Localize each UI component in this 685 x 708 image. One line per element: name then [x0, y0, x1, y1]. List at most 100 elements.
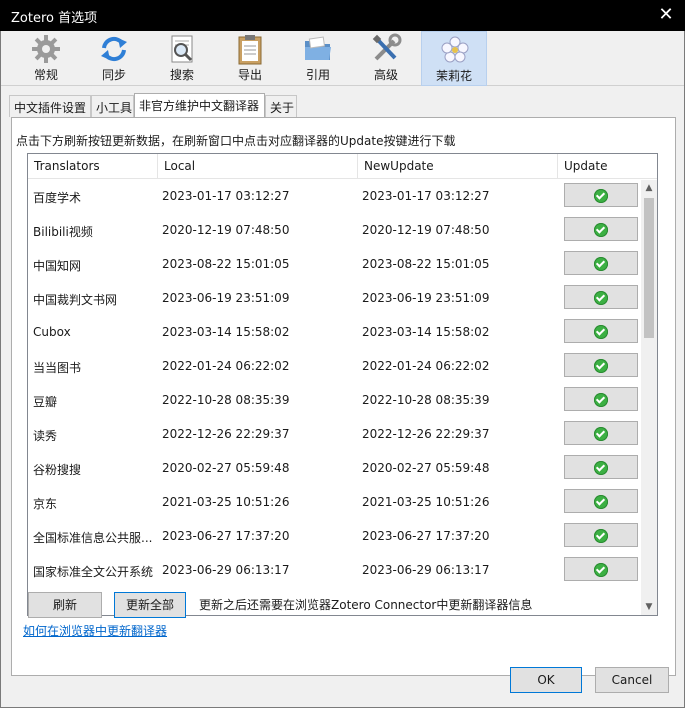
column-header-local[interactable]: Local	[158, 154, 358, 179]
table-row[interactable]: 中国裁判文书网 2023-06-19 23:51:09 2023-06-19 23:…	[28, 282, 640, 316]
toolbar-export[interactable]: 导出	[217, 31, 283, 86]
tab-unofficial-translators[interactable]: 非官方维护中文翻译器	[134, 93, 265, 117]
translator-name: Cubox	[33, 325, 71, 339]
check-icon	[594, 529, 608, 543]
search-icon	[171, 35, 193, 63]
toolbar-jasminum[interactable]: 茉莉花	[421, 31, 487, 86]
check-icon	[594, 461, 608, 475]
check-icon	[594, 359, 608, 373]
local-date: 2022-10-28 08:35:39	[162, 393, 290, 407]
vertical-scrollbar[interactable]: ▲ ▼	[641, 180, 657, 615]
local-date: 2022-12-26 22:29:37	[162, 427, 290, 441]
toolbar-label: 茉莉花	[435, 69, 472, 83]
table-row[interactable]: Bilibili视频 2020-12-19 07:48:50 2020-12-19 …	[28, 214, 640, 248]
new-update-date: 2023-06-29 06:13:17	[362, 563, 490, 577]
toolbar-label: 常规	[33, 68, 58, 82]
update-button[interactable]	[564, 285, 638, 309]
browser-update-help-link[interactable]: 如何在浏览器中更新翻译器	[23, 622, 167, 639]
table-row[interactable]: 谷粉搜搜 2020-02-27 05:59:48 2020-02-27 05:59:…	[28, 452, 640, 486]
table-row[interactable]: 国家标准全文公开系统 2023-06-29 06:13:17 2023-06-29 …	[28, 554, 640, 588]
translator-name: 中国知网	[33, 259, 82, 273]
table-row[interactable]: 豆瓣 2022-10-28 08:35:39 2022-10-28 08:35:39	[28, 384, 640, 418]
new-update-date: 2021-03-25 10:51:26	[362, 495, 490, 509]
new-update-date: 2022-12-26 22:29:37	[362, 427, 490, 441]
table-row[interactable]: 京东 2021-03-25 10:51:26 2021-03-25 10:51:26	[28, 486, 640, 520]
check-icon	[594, 325, 608, 339]
check-icon	[594, 291, 608, 305]
window-title: Zotero 首选项	[11, 11, 98, 26]
update-button[interactable]	[564, 387, 638, 411]
folder-icon	[305, 36, 331, 60]
check-icon	[594, 427, 608, 441]
new-update-date: 2023-03-14 15:58:02	[362, 325, 490, 339]
sync-icon	[101, 36, 127, 62]
local-date: 2021-03-25 10:51:26	[162, 495, 290, 509]
new-update-date: 2020-02-27 05:59:48	[362, 461, 490, 475]
toolbar-label: 引用	[305, 68, 330, 82]
translator-name: 全国标准信息公共服...	[33, 531, 153, 545]
table-row[interactable]: 全国标准信息公共服... 2023-06-27 17:37:20 2023-06-2…	[28, 520, 640, 554]
clipboard-icon	[238, 35, 262, 65]
table-row[interactable]: 中国知网 2023-08-22 15:01:05 2023-08-22 15:01:…	[28, 248, 640, 282]
check-icon	[594, 223, 608, 237]
refresh-button[interactable]: 刷新	[28, 592, 102, 618]
check-icon	[594, 563, 608, 577]
new-update-date: 2022-10-28 08:35:39	[362, 393, 490, 407]
update-button[interactable]	[564, 523, 638, 547]
preferences-toolbar: 常规 同步 搜索 导出 引用 高级 茉莉花	[1, 31, 684, 86]
update-button[interactable]	[564, 489, 638, 513]
table-row[interactable]: 百度学术 2023-01-17 03:12:27 2023-01-17 03:12:…	[28, 180, 640, 214]
local-date: 2020-02-27 05:59:48	[162, 461, 290, 475]
close-icon[interactable]: ✕	[655, 4, 677, 26]
tab-chinese-plugin-settings[interactable]: 中文插件设置	[9, 95, 91, 117]
toolbar-cite[interactable]: 引用	[285, 31, 351, 86]
tab-tools[interactable]: 小工具	[91, 95, 134, 117]
table-row[interactable]: 当当图书 2022-01-24 06:22:02 2022-01-24 06:22:…	[28, 350, 640, 384]
toolbar-general[interactable]: 常规	[13, 31, 79, 86]
toolbar-search[interactable]: 搜索	[149, 31, 215, 86]
toolbar-advanced[interactable]: 高级	[353, 31, 419, 86]
update-button[interactable]	[564, 319, 638, 343]
new-update-date: 2023-06-27 17:37:20	[362, 529, 490, 543]
preferences-window: 常规 同步 搜索 导出 引用 高级 茉莉花 中文插件设置 小工具 非官方维护中文…	[0, 31, 685, 708]
check-icon	[594, 257, 608, 271]
toolbar-sync[interactable]: 同步	[81, 31, 147, 86]
update-button[interactable]	[564, 421, 638, 445]
flower-icon	[441, 36, 469, 63]
scroll-down-icon[interactable]: ▼	[641, 599, 657, 615]
update-button[interactable]	[564, 353, 638, 377]
toolbar-label: 导出	[237, 68, 262, 82]
local-date: 2023-03-14 15:58:02	[162, 325, 290, 339]
scroll-up-icon[interactable]: ▲	[641, 180, 657, 196]
new-update-date: 2022-01-24 06:22:02	[362, 359, 490, 373]
translator-name: 谷粉搜搜	[33, 463, 82, 477]
translator-list: Translators Local NewUpdate Update 百度学术 2…	[27, 153, 658, 616]
translator-name: 百度学术	[33, 191, 82, 205]
column-header-update[interactable]: Update	[558, 154, 657, 179]
translator-name: 读秀	[33, 429, 58, 443]
list-rows: 百度学术 2023-01-17 03:12:27 2023-01-17 03:12:…	[28, 180, 640, 588]
update-button[interactable]	[564, 557, 638, 581]
local-date: 2023-06-27 17:37:20	[162, 529, 290, 543]
local-date: 2023-06-29 06:13:17	[162, 563, 290, 577]
local-date: 2023-08-22 15:01:05	[162, 257, 290, 271]
update-button[interactable]	[564, 455, 638, 479]
new-update-date: 2023-06-19 23:51:09	[362, 291, 490, 305]
update-all-button[interactable]: 更新全部	[114, 592, 186, 618]
update-button[interactable]	[564, 251, 638, 275]
column-header-newupdate[interactable]: NewUpdate	[358, 154, 558, 179]
column-header-translators[interactable]: Translators	[28, 154, 158, 179]
update-button[interactable]	[564, 217, 638, 241]
translator-name: 京东	[33, 497, 58, 511]
local-date: 2023-06-19 23:51:09	[162, 291, 290, 305]
cancel-button[interactable]: Cancel	[595, 667, 669, 693]
ok-button[interactable]: OK	[510, 667, 582, 693]
table-row[interactable]: 读秀 2022-12-26 22:29:37 2022-12-26 22:29:37	[28, 418, 640, 452]
scrollbar-thumb[interactable]	[644, 198, 654, 338]
gear-icon	[32, 35, 60, 63]
tab-about[interactable]: 关于	[265, 95, 297, 117]
table-row[interactable]: Cubox 2023-03-14 15:58:02 2023-03-14 15:58…	[28, 316, 640, 350]
update-button[interactable]	[564, 183, 638, 207]
translator-name: 国家标准全文公开系统	[33, 565, 154, 579]
check-icon	[594, 495, 608, 509]
